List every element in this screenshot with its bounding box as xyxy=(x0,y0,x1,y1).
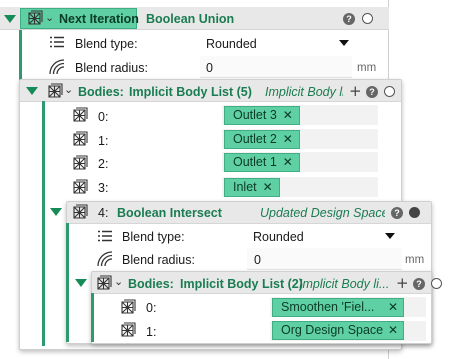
bodies-label: Bodies: xyxy=(78,85,124,99)
blend-radius-label: Blend radius: xyxy=(122,253,195,267)
body-chip[interactable]: Smoothen 'Fiel... ✕ xyxy=(272,298,404,317)
list-subtitle: Implicit Body li... xyxy=(299,277,389,291)
blend-type-label: Blend type: xyxy=(75,37,138,51)
circle-icon[interactable] xyxy=(384,86,395,97)
help-icon[interactable]: ? xyxy=(391,207,403,219)
close-icon[interactable]: ✕ xyxy=(388,322,398,339)
lattice-icon xyxy=(26,10,43,27)
chevron-down-icon[interactable]: ⌄ xyxy=(114,275,123,288)
unit-label: mm xyxy=(405,254,425,266)
circle-icon[interactable] xyxy=(431,278,442,289)
blend-type-label: Blend type: xyxy=(122,230,185,244)
node-title: Boolean Union xyxy=(146,12,235,26)
body-chip-label: Smoothen 'Fiel... xyxy=(281,300,375,314)
lattice-icon xyxy=(71,179,88,196)
iteration-button-label: Next Iteration xyxy=(59,12,139,26)
lattice-icon xyxy=(71,155,88,172)
body-chip-label: Outlet 3 xyxy=(233,108,277,122)
body-chip[interactable]: Outlet 1 ✕ xyxy=(224,153,300,172)
lattice-icon xyxy=(71,204,88,221)
list-title: Implicit Body List (5) xyxy=(129,85,252,99)
close-icon[interactable]: ✕ xyxy=(283,132,293,146)
body-chip-label: Outlet 1 xyxy=(233,155,277,169)
blend-radius-value: 0 xyxy=(206,61,213,75)
bodies-tree-line xyxy=(91,293,94,342)
circle-icon[interactable] xyxy=(362,13,373,24)
blend-radius-value: 0 xyxy=(254,253,261,267)
chevron-down-icon[interactable]: ⌄ xyxy=(45,11,54,24)
help-icon[interactable]: ? xyxy=(413,278,425,290)
list-icon xyxy=(98,230,112,242)
lattice-icon xyxy=(71,107,88,124)
bodies-tree-line xyxy=(42,101,45,346)
lattice-icon xyxy=(119,322,136,339)
blend-radius-input[interactable]: 0 xyxy=(247,248,402,270)
close-icon[interactable]: ✕ xyxy=(283,155,293,169)
intersect-index: 4: xyxy=(98,206,109,220)
close-icon[interactable]: ✕ xyxy=(388,299,398,316)
radius-icon xyxy=(49,59,65,75)
blend-type-value: Rounded xyxy=(253,230,304,244)
body-chip[interactable]: Org Design Space ✕ xyxy=(272,321,404,340)
chevron-down-icon xyxy=(385,233,395,239)
collapse-toggle-icon[interactable] xyxy=(75,279,87,287)
close-icon[interactable]: ✕ xyxy=(283,108,293,122)
collapse-toggle-icon[interactable] xyxy=(4,15,16,23)
blend-type-select[interactable]: Rounded xyxy=(247,225,402,247)
node-title: Boolean Intersect xyxy=(117,206,222,220)
circle-icon[interactable] xyxy=(409,207,420,218)
list-item-index: 3: xyxy=(98,181,109,195)
plus-icon[interactable]: + xyxy=(349,84,362,99)
close-icon[interactable]: ✕ xyxy=(263,180,273,194)
blend-radius-input[interactable]: 0 xyxy=(200,56,352,78)
blend-radius-label: Blend radius: xyxy=(75,61,148,75)
blend-type-select[interactable]: Rounded xyxy=(200,31,356,54)
bodies-label: Bodies: xyxy=(128,277,174,291)
lattice-icon xyxy=(119,299,136,316)
list-title: Implicit Body List (2) xyxy=(180,277,303,291)
body-chip-label: Outlet 2 xyxy=(233,132,277,146)
list-item-index: 1: xyxy=(98,134,109,148)
unit-label: mm xyxy=(357,62,377,74)
node-subtitle: Updated Design Space xyxy=(260,206,385,220)
radius-icon xyxy=(97,251,113,267)
body-chip-label: Inlet xyxy=(233,180,257,194)
body-chip[interactable]: Outlet 3 ✕ xyxy=(224,106,300,125)
plus-icon[interactable]: + xyxy=(396,276,409,291)
lattice-icon xyxy=(46,83,63,100)
list-item-index: 0: xyxy=(146,301,157,315)
blend-type-value: Rounded xyxy=(206,37,257,51)
list-item-index: 2: xyxy=(98,157,109,171)
list-subtitle: Implicit Body li... xyxy=(265,85,343,99)
intersect-tree-line xyxy=(66,223,69,342)
collapse-toggle-icon[interactable] xyxy=(50,208,62,216)
list-item-index: 1: xyxy=(146,325,157,339)
body-chip[interactable]: Inlet ✕ xyxy=(224,178,280,197)
list-icon xyxy=(50,36,64,48)
help-icon[interactable]: ? xyxy=(366,86,378,98)
body-chip-label: Org Design Space xyxy=(281,323,384,337)
lattice-icon xyxy=(71,131,88,148)
chevron-down-icon xyxy=(339,40,349,46)
lattice-icon xyxy=(95,275,112,292)
list-item-index: 0: xyxy=(98,110,109,124)
chevron-down-icon[interactable]: ⌄ xyxy=(64,83,73,96)
body-chip[interactable]: Outlet 2 ✕ xyxy=(224,130,300,149)
collapse-toggle-icon[interactable] xyxy=(26,87,38,95)
help-icon[interactable]: ? xyxy=(343,13,355,25)
